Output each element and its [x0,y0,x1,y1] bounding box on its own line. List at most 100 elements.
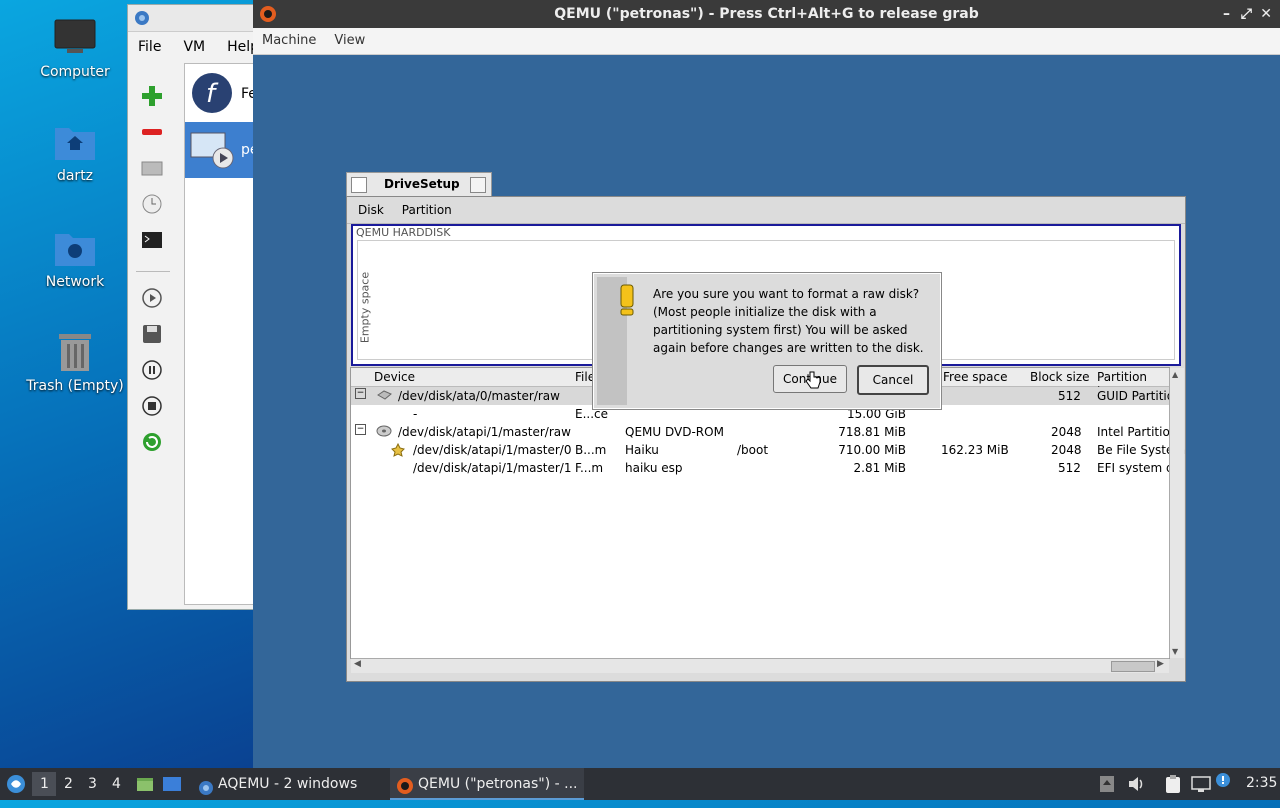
horizontal-scrollbar[interactable]: ◀ ▶ [351,658,1169,673]
bfs-volume-icon [391,442,405,460]
add-vm-button[interactable] [139,83,165,109]
vm-item-petronas[interactable]: pe [185,122,259,178]
vertical-scrollbar[interactable]: ▲ ▼ [1169,368,1184,658]
minus-icon [142,129,162,135]
volume-icon[interactable] [1127,775,1145,797]
scroll-down-icon[interactable]: ▼ [1172,647,1178,656]
qemu-titlebar[interactable]: QEMU ("petronas") - Press Ctrl+Alt+G to … [253,0,1280,28]
snapshot-button[interactable] [139,191,165,217]
qemu-task-icon [396,775,414,807]
reset-vm-button[interactable] [139,429,165,455]
dialog-message: Are you sure you want to format a raw di… [653,287,924,355]
clock-icon [142,194,162,214]
col-device[interactable]: Device [374,370,415,384]
disk-button[interactable] [139,155,165,181]
menu-partition[interactable]: Partition [402,203,452,217]
col-block-size[interactable]: Block size [1030,370,1090,384]
cancel-button[interactable]: Cancel [857,365,929,395]
warning-icon [617,283,639,321]
desktop-icon-trash[interactable]: Trash (Empty) [20,332,130,394]
pause-icon [142,360,162,380]
harddisk-icon [141,161,163,176]
show-desktop-icon[interactable] [162,775,182,797]
scroll-left-icon[interactable]: ◀ [354,659,361,669]
taskbar: 1 2 3 4 AQEMU - 2 windows QEMU ("petrona… [0,768,1280,800]
cell-file: B...m [575,443,607,457]
workspace-3[interactable]: 3 [88,776,97,792]
eject-icon[interactable] [1099,775,1115,797]
aqemu-window: File VM Help f Fe pe [127,4,259,610]
notification-icon[interactable] [1215,772,1231,792]
cell-name: haiku esp [625,461,683,475]
menu-machine[interactable]: Machine [262,33,316,48]
stop-vm-button[interactable] [139,393,165,419]
refresh-icon [143,433,161,451]
stop-icon [142,396,162,416]
menu-file[interactable]: File [138,39,161,55]
desktop-icon-label: Trash (Empty) [26,378,124,394]
monitor-icon [53,18,97,58]
terminal-icon [142,232,162,248]
scroll-right-icon[interactable]: ▶ [1157,659,1164,669]
desktop-icon-computer[interactable]: Computer [20,18,130,80]
workspace-2[interactable]: 2 [64,776,73,792]
task-qemu[interactable]: QEMU ("petronas") - ... [390,768,584,800]
cell-block: 2048 [1051,443,1082,457]
collapse-icon[interactable]: − [355,388,366,399]
cell-size: 2.81 MiB [853,461,906,475]
table-row[interactable]: /dev/disk/atapi/1/master/0 B...m Haiku /… [351,441,1185,460]
cell-file: F...m [575,461,604,475]
close-box-icon[interactable] [351,177,367,193]
desktop-icon-label: Computer [40,64,110,80]
table-row[interactable]: /dev/disk/atapi/1/master/1 F...m haiku e… [351,459,1181,477]
clipboard-icon[interactable] [1164,774,1182,798]
aqemu-titlebar[interactable] [128,5,255,32]
workspace-1[interactable]: 1 [40,776,49,792]
menu-disk[interactable]: Disk [358,203,384,217]
file-manager-icon[interactable] [136,775,154,797]
cell-free: 162.23 MiB [941,443,1009,457]
save-vm-button[interactable] [139,321,165,347]
cell-name: Haiku [625,443,659,457]
menu-view[interactable]: View [334,33,365,48]
maximize-icon[interactable]: ⤢ [1241,0,1252,28]
col-free-space[interactable]: Free space [943,370,1007,384]
collapse-icon[interactable]: − [355,424,366,435]
empty-space-label: Empty space [358,271,372,344]
network-status-icon[interactable] [1191,775,1211,797]
scroll-up-icon[interactable]: ▲ [1172,370,1178,379]
task-label: QEMU ("petronas") - ... [418,776,578,792]
desktop-icon-network[interactable]: Network [20,228,130,290]
play-icon [142,288,162,308]
aqemu-task-icon [198,776,214,808]
harddisk-icon [376,389,392,404]
cell-size: 710.00 MiB [838,443,906,457]
task-aqemu[interactable]: AQEMU - 2 windows [194,768,382,800]
drivesetup-window: Disk Partition QEMU HARDDISK Empty space … [346,196,1186,682]
cell-block: 512 [1058,389,1081,403]
qemu-title: QEMU ("petronas") - Press Ctrl+Alt+G to … [554,6,979,22]
cell-device: /dev/disk/atapi/1/master/1 [413,461,572,475]
remove-vm-button[interactable] [139,119,165,145]
minimize-icon[interactable]: – [1223,0,1230,28]
cell-device: /dev/disk/atapi/1/master/0 [413,443,572,457]
scroll-thumb[interactable] [1111,661,1155,672]
pause-vm-button[interactable] [139,357,165,383]
cell-device: /dev/disk/atapi/1/master/raw [398,425,571,439]
menu-vm[interactable]: VM [183,39,205,55]
cell-device: - [413,407,418,421]
desktop-icon-label: Network [45,274,105,290]
table-row[interactable]: − /dev/disk/atapi/1/master/raw QEMU DVD-… [351,423,1177,441]
zoom-box-icon[interactable] [470,177,486,193]
start-vm-button[interactable] [139,285,165,311]
aqemu-app-icon [134,10,150,30]
vm-item-fedora[interactable]: f Fe [185,64,257,122]
workspace-4[interactable]: 4 [112,776,121,792]
desktop-icon-home[interactable]: dartz [20,122,130,184]
start-menu-icon[interactable] [6,774,26,798]
drivesetup-tab[interactable]: DriveSetup [346,172,492,197]
fedora-icon: f [192,73,232,113]
close-icon[interactable]: ✕ [1260,0,1272,28]
vm-monitor-play-icon [190,132,234,169]
terminal-button[interactable] [139,227,165,253]
